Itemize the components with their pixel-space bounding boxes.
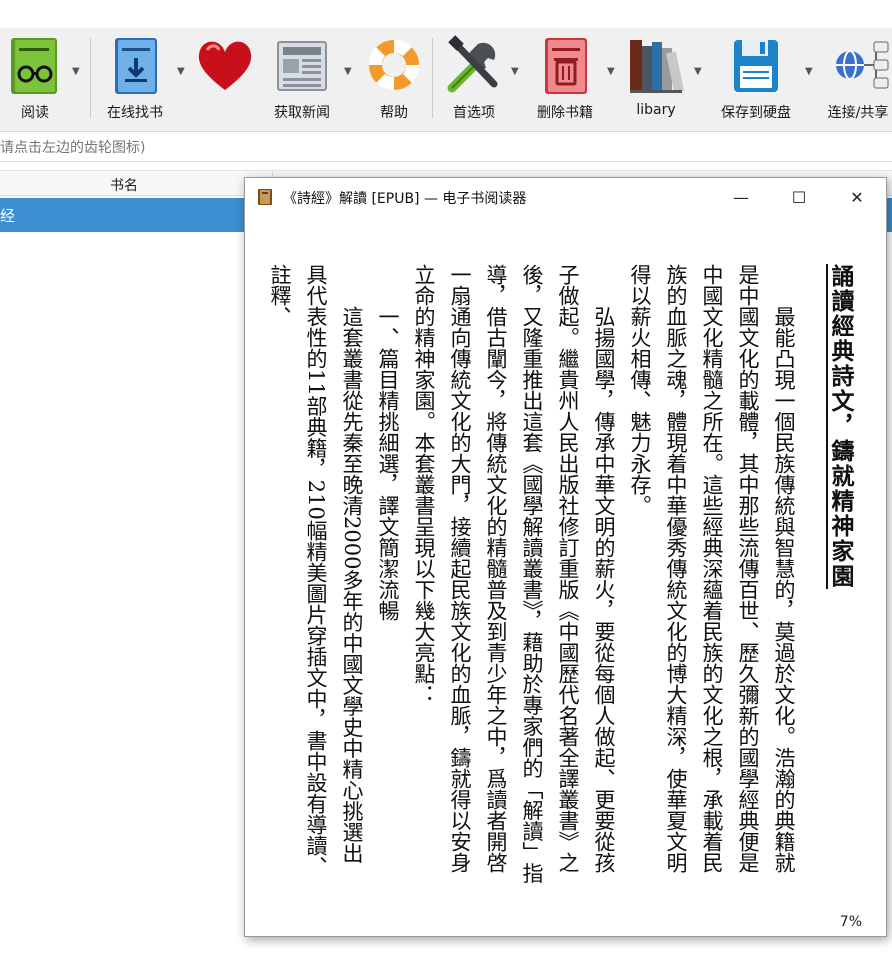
ebook-reader-window: 《詩經》解讀 [EPUB] — 电子书阅读器 — ☐ ✕ 誦讀經典詩文，鑄就精神… [244,177,887,937]
remove-books-label: 删除书籍 [537,105,593,121]
donate-button[interactable] [192,34,258,126]
heart-icon [193,34,257,96]
lifebuoy-icon [362,34,426,96]
library-button[interactable]: libary [626,34,686,126]
toolbar-separator [432,38,433,118]
tools-icon [442,34,506,96]
main-toolbar: 阅读 ▼ 在线找书 ▼ 获取新闻 ▼ 帮助 首选项 ▼ 删除书籍 ▼ libar… [0,28,892,132]
toolbar-separator [90,38,91,118]
preferences-button[interactable]: 首选项 [441,34,507,126]
chapter-heading: 誦讀經典詩文，鑄就精神家園 [827,264,853,589]
remove-books-dropdown-icon[interactable]: ▼ [607,66,615,77]
read-dropdown-icon[interactable]: ▼ [72,66,80,77]
read-label: 阅读 [21,105,49,121]
remove-books-button[interactable]: 删除书籍 [530,34,600,126]
search-input[interactable] [0,134,892,162]
library-dropdown-icon[interactable]: ▼ [694,66,702,77]
paragraph: 最能凸現一個民族傳統與智慧的，莫過於文化。浩瀚的典籍就是中國文化的載體，其中那些… [628,264,796,873]
reader-window-title: 《詩經》解讀 [EPUB] — 电子书阅读器 [283,191,527,207]
get-news-button[interactable]: 获取新闻 [270,34,334,126]
get-news-dropdown-icon[interactable]: ▼ [344,66,352,77]
floppy-disk-icon [724,34,788,96]
network-globe-icon [826,34,890,96]
connect-share-button[interactable]: 连接/共享 [824,34,892,126]
save-to-disk-dropdown-icon[interactable]: ▼ [805,66,813,77]
download-book-icon [103,34,167,96]
find-books-online-button[interactable]: 在线找书 [102,34,168,126]
save-to-disk-label: 保存到硬盘 [721,105,791,121]
maximize-button[interactable]: ☐ [770,178,828,216]
library-label: libary [636,102,676,118]
reader-content[interactable]: 誦讀經典詩文，鑄就精神家園 最能凸現一個民族傳統與智慧的，莫過於文化。浩瀚的典籍… [245,216,886,936]
paragraph: 弘揚國學，傳承中華文明的薪火，要從每個人做起、更要從孩子做起。繼貴州人民出版社修… [412,264,616,884]
paragraph: 這套叢書從先秦至晚清2000多年的中國文學史中精心挑選出具代表性的11部典籍，2… [268,264,364,877]
reader-app-icon [257,188,273,206]
trash-book-icon [533,34,597,96]
book-title-cell: 经 [0,207,16,225]
newspaper-icon [270,34,334,96]
close-button[interactable]: ✕ [828,178,886,216]
read-button[interactable]: 阅读 [6,34,64,126]
reader-titlebar[interactable]: 《詩經》解讀 [EPUB] — 电子书阅读器 — ☐ ✕ [245,178,886,216]
preferences-label: 首选项 [453,105,495,121]
connect-share-label: 连接/共享 [827,105,889,121]
paragraph: 一、篇目精挑細選，譯文簡潔流暢 [376,306,400,621]
preferences-dropdown-icon[interactable]: ▼ [511,66,519,77]
find-books-online-label: 在线找书 [107,105,163,121]
get-news-label: 获取新闻 [274,105,330,121]
minimize-button[interactable]: — [712,178,770,216]
save-to-disk-button[interactable]: 保存到硬盘 [712,34,800,126]
app-window: 阅读 ▼ 在线找书 ▼ 获取新闻 ▼ 帮助 首选项 ▼ 删除书籍 ▼ libar… [0,0,892,975]
vertical-text-page: 誦讀經典詩文，鑄就精神家園 最能凸現一個民族傳統與智慧的，莫過於文化。浩瀚的典籍… [262,264,858,884]
reading-progress: 7% [839,914,862,930]
search-bar [0,134,892,162]
find-books-dropdown-icon[interactable]: ▼ [177,66,185,77]
column-header-title[interactable]: 书名 [110,175,138,195]
help-label: 帮助 [380,105,408,121]
library-books-icon [624,34,688,96]
book-glasses-icon [3,34,67,96]
help-button[interactable]: 帮助 [362,34,426,126]
